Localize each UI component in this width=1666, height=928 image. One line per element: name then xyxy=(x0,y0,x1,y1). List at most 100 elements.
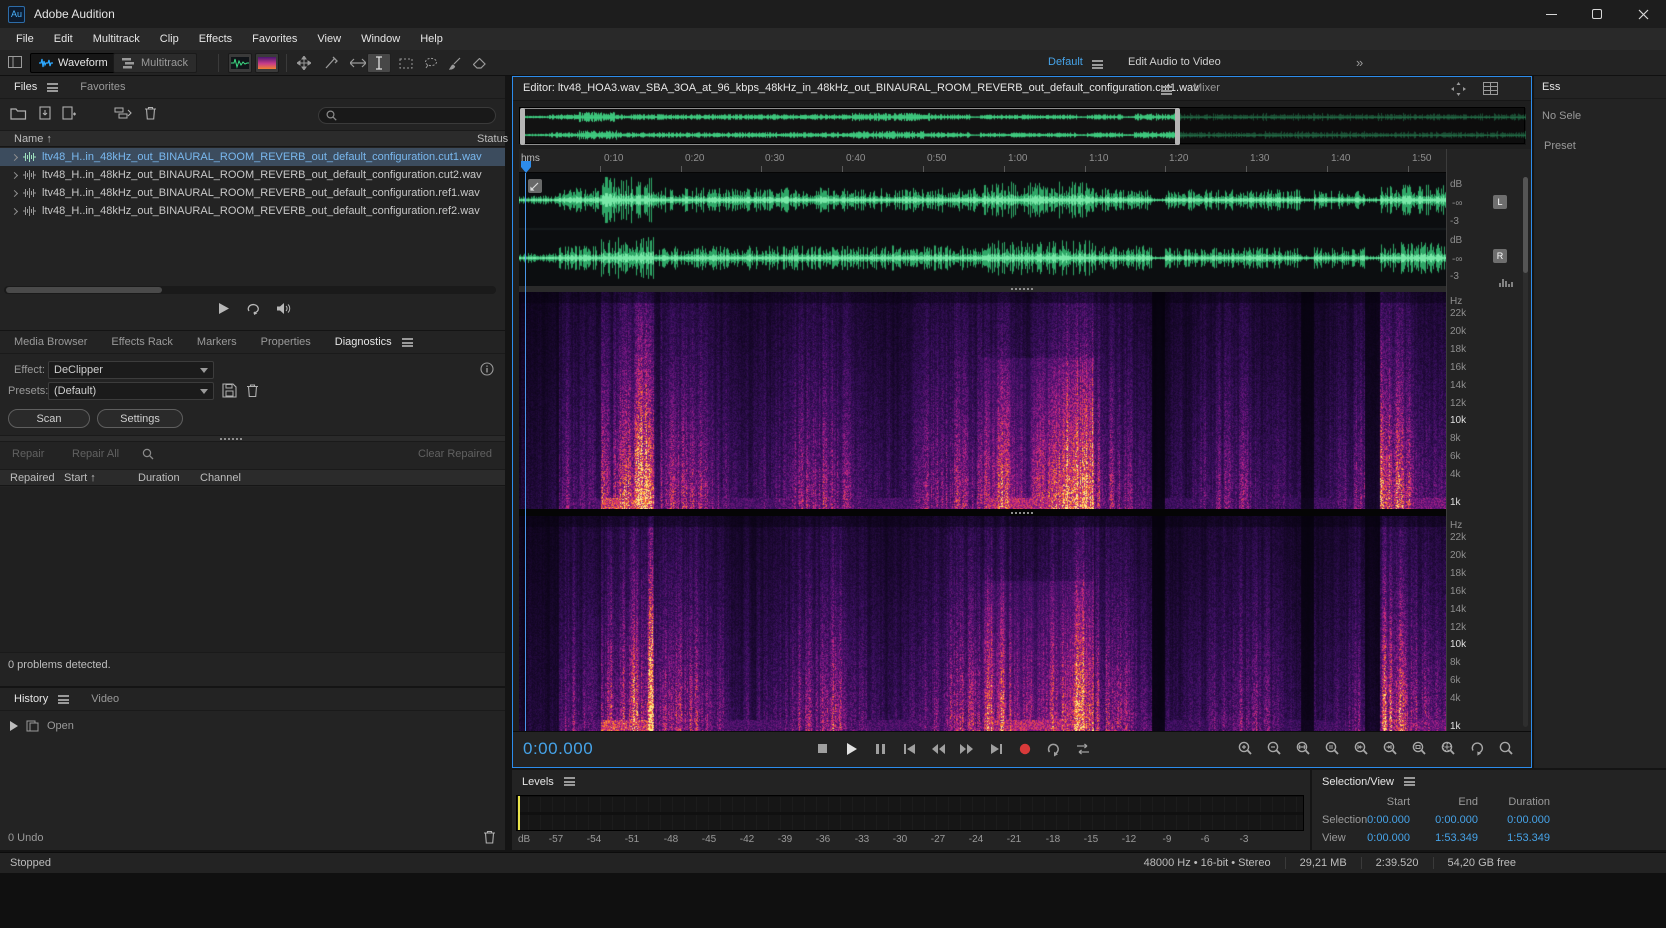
expander-icon[interactable] xyxy=(11,207,18,214)
playhead-handle[interactable] xyxy=(520,160,532,174)
files-hscrollbar[interactable] xyxy=(4,286,496,294)
tab-levels[interactable]: Levels xyxy=(522,776,554,788)
histogram-icon[interactable] xyxy=(1499,277,1513,288)
files-col-status[interactable]: Status xyxy=(477,133,508,145)
insert-into-multitrack-icon[interactable] xyxy=(114,106,132,120)
skip-to-end-button[interactable] xyxy=(983,738,1008,760)
eraser-tool[interactable] xyxy=(468,53,492,73)
fast-forward-button[interactable] xyxy=(954,738,979,760)
tab-selection-view[interactable]: Selection/View xyxy=(1322,776,1394,788)
play-button[interactable] xyxy=(838,738,863,760)
menu-multitrack[interactable]: Multitrack xyxy=(83,33,150,45)
loop-playback-button[interactable] xyxy=(1041,738,1066,760)
settings-button[interactable]: Settings xyxy=(97,409,183,428)
files-col-name[interactable]: Name ↑ xyxy=(14,133,52,145)
spectrogram-left-canvas[interactable] xyxy=(519,292,1446,509)
diagnostics-splitter[interactable] xyxy=(0,435,505,442)
col-repaired[interactable]: Repaired xyxy=(10,472,55,484)
razor-tool[interactable] xyxy=(319,53,343,73)
editor-grid-icon[interactable] xyxy=(1483,82,1498,95)
move-tool[interactable] xyxy=(292,53,316,73)
workspace-edit-audio-to-video[interactable]: Edit Audio to Video xyxy=(1128,56,1221,68)
effect-select[interactable]: DeClipper xyxy=(48,361,214,379)
rewind-button[interactable] xyxy=(925,738,950,760)
history-trash-icon[interactable] xyxy=(483,830,496,844)
zoom-to-in-point-button[interactable] xyxy=(1349,737,1375,759)
overview-strip[interactable] xyxy=(519,107,1525,144)
menu-view[interactable]: View xyxy=(307,33,351,45)
tab-video[interactable]: Video xyxy=(91,693,119,705)
col-channel[interactable]: Channel xyxy=(200,472,241,484)
playhead-line[interactable] xyxy=(525,173,526,731)
selection-duration-value[interactable]: 0:00.000 xyxy=(1478,814,1550,826)
menu-window[interactable]: Window xyxy=(351,33,410,45)
zoom-full-button[interactable] xyxy=(1436,737,1462,759)
level-meter[interactable] xyxy=(516,795,1304,831)
info-icon[interactable] xyxy=(480,362,494,376)
files-panel-menu-icon[interactable] xyxy=(47,83,58,92)
lasso-selection-tool[interactable] xyxy=(419,53,443,73)
view-end-value[interactable]: 1:53.349 xyxy=(1406,832,1478,844)
playhead-time-display[interactable]: 0:00.000 xyxy=(523,739,593,759)
diagnostics-panel-menu-icon[interactable] xyxy=(402,338,413,347)
spectrogram-right-canvas[interactable] xyxy=(519,516,1446,731)
tab-history[interactable]: History xyxy=(14,693,48,705)
channel-right-button[interactable]: R xyxy=(1493,249,1507,263)
show-spectrum-toggle[interactable] xyxy=(255,53,279,73)
record-button[interactable] xyxy=(1012,738,1037,760)
editor-panel-menu-icon[interactable] xyxy=(1161,86,1172,95)
tab-favorites[interactable]: Favorites xyxy=(80,81,125,93)
tab-effects-rack[interactable]: Effects Rack xyxy=(111,336,173,348)
repair-all-button[interactable]: Repair All xyxy=(72,448,119,460)
auto-play-speaker-button[interactable] xyxy=(276,302,291,315)
panel-layout-icon[interactable] xyxy=(8,56,22,68)
new-item-icon[interactable] xyxy=(62,106,76,120)
presets-select[interactable]: (Default) xyxy=(48,382,214,400)
overview-view-region[interactable] xyxy=(520,108,1180,145)
files-search-input[interactable] xyxy=(342,110,482,122)
overview-right-handle[interactable] xyxy=(1175,108,1180,145)
tab-markers[interactable]: Markers xyxy=(197,336,237,348)
multitrack-view-button[interactable]: Multitrack xyxy=(113,53,197,73)
trash-icon[interactable] xyxy=(144,106,157,120)
save-preset-icon[interactable] xyxy=(222,383,237,398)
col-duration[interactable]: Duration xyxy=(138,472,180,484)
menu-favorites[interactable]: Favorites xyxy=(242,33,307,45)
workspace-selector[interactable]: Default xyxy=(1048,56,1083,68)
paintbrush-tool[interactable] xyxy=(443,53,467,73)
expander-icon[interactable] xyxy=(11,153,18,160)
menu-help[interactable]: Help xyxy=(410,33,453,45)
zoom-out-button[interactable] xyxy=(1262,737,1288,759)
time-selection-tool[interactable] xyxy=(367,53,391,73)
scroll-zoom-icon[interactable] xyxy=(1451,82,1466,96)
overview-left-handle[interactable] xyxy=(520,108,525,145)
stop-button[interactable] xyxy=(809,738,834,760)
marquee-selection-tool[interactable] xyxy=(394,53,418,73)
timeline-ruler[interactable]: hms 0:10 0:20 0:30 0:40 0:50 1:00 1:10 1… xyxy=(519,149,1446,173)
file-row[interactable]: ltv48_H..in_48kHz_out_BINAURAL_ROOM_REVE… xyxy=(0,166,505,184)
tab-essential-sound[interactable]: Ess xyxy=(1542,81,1560,93)
col-start[interactable]: Start ↑ xyxy=(64,472,96,484)
tab-properties[interactable]: Properties xyxy=(261,336,311,348)
repair-button[interactable]: Repair xyxy=(12,448,44,460)
files-search-box[interactable] xyxy=(318,107,496,124)
file-row[interactable]: ltv48_H..in_48kHz_out_BINAURAL_ROOM_REVE… xyxy=(0,202,505,220)
clear-repaired-button[interactable]: Clear Repaired xyxy=(418,448,492,460)
maximize-button[interactable] xyxy=(1574,0,1620,28)
scrollbar-thumb[interactable] xyxy=(1523,177,1528,273)
workspace-menu-icon[interactable] xyxy=(1092,60,1103,69)
import-file-icon[interactable] xyxy=(38,106,52,120)
close-button[interactable] xyxy=(1620,0,1666,28)
editor-title[interactable]: Editor: ltv48_HOA3.wav_SBA_3OA_at_96_kbp… xyxy=(523,82,1199,94)
skip-to-start-button[interactable] xyxy=(896,738,921,760)
menu-clip[interactable]: Clip xyxy=(150,33,189,45)
channel-left-button[interactable]: L xyxy=(1493,195,1507,209)
search-repairs-icon[interactable] xyxy=(142,448,154,460)
menu-file[interactable]: File xyxy=(6,33,44,45)
preview-play-button[interactable] xyxy=(218,302,230,315)
history-panel-menu-icon[interactable] xyxy=(58,695,69,704)
menu-effects[interactable]: Effects xyxy=(189,33,242,45)
pause-button[interactable] xyxy=(867,738,892,760)
waveform-canvas[interactable] xyxy=(519,173,1446,286)
loop-playback-button[interactable] xyxy=(246,302,261,315)
